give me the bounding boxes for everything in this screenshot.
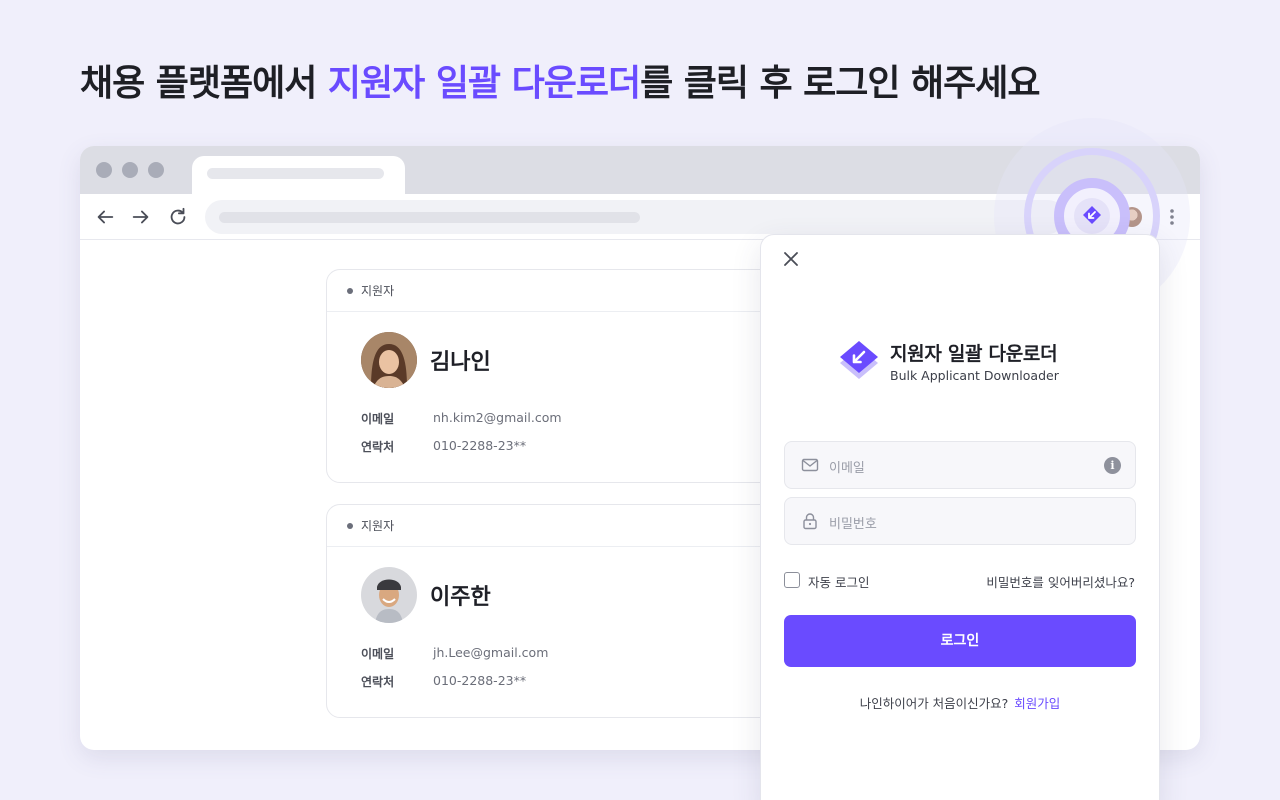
phone-value: 010-2288-23** [433, 673, 527, 688]
forgot-password-link[interactable]: 비밀번호를 잊어버리셨나요? [986, 572, 1135, 591]
card-tag: 지원자 [361, 519, 395, 533]
applicant-avatar [361, 567, 417, 623]
info-icon[interactable]: i [1104, 457, 1121, 474]
window-control-maximize[interactable] [148, 162, 164, 178]
reload-icon[interactable] [167, 206, 189, 228]
mail-icon [801, 458, 819, 472]
auto-login-label[interactable]: 자동 로그인 [808, 572, 869, 591]
lock-icon [803, 513, 817, 530]
applicant-avatar [361, 332, 417, 388]
phone-label: 연락처 [361, 440, 395, 454]
headline-text-end: 를 클릭 후 로그인 해주세요 [640, 63, 1040, 104]
applicant-name: 이주한 [430, 585, 491, 610]
address-bar[interactable] [205, 200, 1065, 234]
password-field[interactable]: 비밀번호 [784, 497, 1136, 545]
auto-login-checkbox[interactable] [784, 572, 800, 588]
password-placeholder: 비밀번호 [829, 517, 877, 532]
back-arrow-icon[interactable] [94, 206, 116, 228]
card-header: 지원자 [327, 270, 795, 312]
email-value: jh.Lee@gmail.com [433, 645, 549, 660]
extension-icon [1083, 206, 1101, 224]
phone-value: 010-2288-23** [433, 438, 527, 453]
signup-link[interactable]: 회원가입 [1014, 696, 1060, 711]
login-popup: 지원자 일괄 다운로더 Bulk Applicant Downloader 이메… [760, 234, 1160, 800]
brand-name-korean: 지원자 일괄 다운로더 [890, 343, 1058, 365]
browser-tab[interactable] [192, 156, 405, 196]
applicant-card: 지원자 김나인 이메일 nh.kim2@gmail.com 연락처 010-22… [326, 269, 796, 483]
applicant-card: 지원자 이주한 이메일 jh.Lee@gmail.com 연락처 010-228… [326, 504, 796, 718]
brand-logo-icon [840, 341, 878, 379]
email-label: 이메일 [361, 412, 395, 426]
email-placeholder: 이메일 [829, 461, 865, 476]
headline-accent: 지원자 일괄 다운로더 [327, 63, 641, 104]
window-control-close[interactable] [96, 162, 112, 178]
close-icon[interactable] [781, 249, 801, 269]
applicant-name: 김나인 [430, 350, 491, 375]
login-button[interactable]: 로그인 [784, 615, 1136, 667]
email-label: 이메일 [361, 647, 395, 661]
signup-row: 나인하이어가 처음이신가요? 회원가입 [761, 693, 1159, 712]
brand-name-english: Bulk Applicant Downloader [890, 368, 1059, 383]
card-tag: 지원자 [361, 284, 395, 298]
bullet-dot [347, 522, 353, 529]
card-header: 지원자 [327, 505, 795, 547]
email-value: nh.kim2@gmail.com [433, 410, 562, 425]
headline: 채용 플랫폼에서 지원자 일괄 다운로더를 클릭 후 로그인 해주세요 [80, 54, 1041, 106]
tab-title-placeholder [207, 168, 384, 179]
extension-button[interactable] [1074, 198, 1110, 234]
forward-arrow-icon[interactable] [130, 206, 152, 228]
signup-prompt: 나인하이어가 처음이신가요? [859, 696, 1009, 711]
url-placeholder [219, 212, 640, 223]
headline-text: 채용 플랫폼에서 [80, 63, 328, 104]
email-field[interactable]: 이메일 i [784, 441, 1136, 489]
window-control-minimize[interactable] [122, 162, 138, 178]
phone-label: 연락처 [361, 675, 395, 689]
bullet-dot [347, 287, 353, 294]
